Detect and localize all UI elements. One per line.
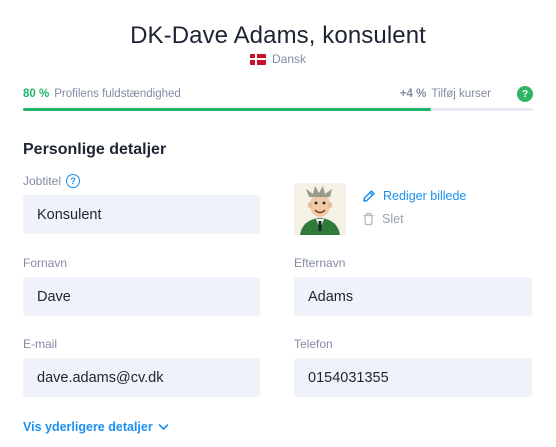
progress-bar xyxy=(23,108,533,111)
language-selector[interactable]: Dansk xyxy=(0,52,556,66)
last-name-label: Efternavn xyxy=(294,256,346,270)
help-icon[interactable]: ? xyxy=(517,86,533,102)
first-name-input[interactable]: Dave xyxy=(23,277,260,316)
completeness-label: Profilens fuldstændighed xyxy=(54,88,181,100)
completeness-tip[interactable]: +4 % Tilføj kurser ? xyxy=(400,86,533,102)
avatar xyxy=(294,183,346,235)
danish-flag-icon xyxy=(249,53,266,65)
profile-completeness: 80 % Profilens fuldstændighed +4 % Tilfø… xyxy=(23,86,533,102)
delete-photo-label: Slet xyxy=(382,212,404,226)
edit-photo-label: Rediger billede xyxy=(383,189,467,203)
job-title-label: Jobtitel ? xyxy=(23,174,81,188)
completeness-percent: 80 % xyxy=(23,88,50,100)
email-field[interactable]: dave.adams@cv.dk xyxy=(23,358,260,397)
pencil-icon xyxy=(363,190,375,202)
add-courses-tip[interactable]: Tilføj kurser xyxy=(431,88,491,100)
trash-icon xyxy=(363,212,374,226)
completeness-gain: +4 % xyxy=(399,88,427,100)
show-more-label: Vis yderligere detaljer xyxy=(23,420,153,434)
resume-title: DK-Dave Adams, konsulent xyxy=(130,22,426,49)
edit-photo-button[interactable]: Rediger billede xyxy=(362,189,466,203)
last-name-input[interactable]: Adams xyxy=(294,277,532,316)
language-label: Dansk xyxy=(271,52,306,66)
chevron-down-icon xyxy=(158,424,169,430)
phone-label: Telefon xyxy=(294,337,333,351)
info-icon[interactable]: ? xyxy=(66,174,81,188)
email-label: E-mail xyxy=(23,337,58,351)
profile-photo[interactable] xyxy=(294,183,346,235)
section-title: Personlige detaljer xyxy=(23,141,167,158)
job-title-label-text: Jobtitel xyxy=(23,174,62,188)
first-name-label: Fornavn xyxy=(23,256,68,270)
progress-bar-fill xyxy=(23,108,431,111)
phone-field[interactable]: 0154031355 xyxy=(294,358,532,397)
show-more-details-link[interactable]: Vis yderligere detaljer xyxy=(23,420,169,434)
delete-photo-button[interactable]: Slet xyxy=(362,212,404,226)
job-title-input[interactable]: Konsulent xyxy=(23,195,260,234)
